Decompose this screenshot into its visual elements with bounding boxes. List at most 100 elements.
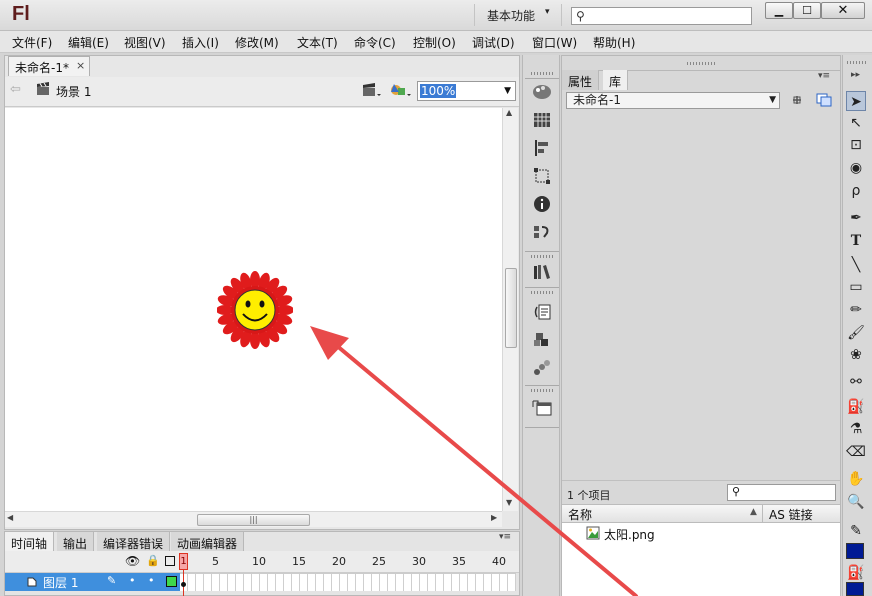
actions-icon[interactable] <box>532 303 552 321</box>
frames-row[interactable] <box>180 573 516 591</box>
bone-tool-icon[interactable]: ⚯ <box>846 372 866 392</box>
workspace-switcher[interactable]: 基本功能 ▾ <box>474 4 562 26</box>
panel-grip[interactable] <box>531 72 553 75</box>
close-icon[interactable]: × <box>76 59 85 72</box>
panel-grip[interactable] <box>531 291 553 294</box>
pen-tool-icon[interactable]: ✒ <box>846 208 866 228</box>
pencil-tool-icon[interactable]: ✏ <box>846 300 866 320</box>
lock-dot[interactable]: • <box>148 574 155 587</box>
library-icon[interactable] <box>532 263 552 281</box>
tab-properties[interactable]: 属性 <box>562 70 600 90</box>
minimize-button[interactable]: ▁ <box>765 2 793 19</box>
eye-icon[interactable]: 👁 <box>125 554 140 568</box>
document-tab[interactable]: 未命名-1* × <box>8 56 90 76</box>
stage-vertical-scrollbar[interactable]: ▲ ▼ <box>502 108 518 511</box>
color-palette-icon[interactable] <box>532 83 552 101</box>
components-icon[interactable] <box>532 331 552 349</box>
menu-modify[interactable]: 修改(M) <box>235 34 279 51</box>
column-name-header[interactable]: 名称 <box>568 506 592 523</box>
eyedropper-tool-icon[interactable]: ⚗ <box>846 419 866 439</box>
panel-menu-icon[interactable]: ▾≡ <box>818 71 830 81</box>
tab-output[interactable]: 输出 <box>57 532 95 552</box>
search-icon: ⚲ <box>732 485 741 498</box>
history-icon[interactable] <box>532 223 552 241</box>
menu-insert[interactable]: 插入(I) <box>182 34 219 51</box>
help-search-input[interactable]: ⚲ <box>571 7 752 25</box>
transform-icon[interactable] <box>532 167 552 185</box>
menu-file[interactable]: 文件(F) <box>12 34 52 51</box>
lock-icon[interactable]: 🔒 <box>146 554 160 567</box>
text-tool-icon[interactable]: T <box>846 231 866 251</box>
menu-control[interactable]: 控制(O) <box>413 34 456 51</box>
lasso-tool-icon[interactable]: ρ <box>846 181 866 201</box>
edit-scene-icon[interactable] <box>362 82 382 99</box>
back-arrow-icon[interactable]: ⇦ <box>10 82 21 97</box>
panel-grip[interactable] <box>531 255 553 258</box>
zoom-select[interactable]: 100% ▼ <box>417 81 516 101</box>
menu-window[interactable]: 窗口(W) <box>532 34 577 51</box>
close-button[interactable]: ✕ <box>821 2 865 19</box>
stage-horizontal-scrollbar[interactable]: ◀ ||| ▶ <box>5 511 502 527</box>
tab-motion-editor[interactable]: 动画编辑器 <box>171 532 245 552</box>
library-search-input[interactable]: ⚲ <box>727 484 836 501</box>
maximize-button[interactable]: ☐ <box>793 2 821 19</box>
keyframe-dot[interactable] <box>181 582 186 587</box>
eraser-tool-icon[interactable]: ⌫ <box>846 442 866 462</box>
expand-panel-icon[interactable]: ▸▸ <box>851 70 860 80</box>
panel-grip[interactable] <box>847 61 867 64</box>
fill-color-bucket-icon[interactable]: ⛽ <box>846 563 866 583</box>
scroll-up-icon[interactable]: ▲ <box>506 108 512 117</box>
zoom-tool-icon[interactable]: 🔍 <box>846 492 866 512</box>
menu-text[interactable]: 文本(T) <box>297 34 338 51</box>
motion-presets-icon[interactable] <box>532 359 552 377</box>
menu-view[interactable]: 视图(V) <box>124 34 166 51</box>
brush-tool-icon[interactable]: 🖌 <box>846 323 866 343</box>
project-icon[interactable] <box>532 399 552 417</box>
list-item[interactable]: 太阳.png <box>604 526 655 543</box>
sun-image[interactable] <box>217 271 293 349</box>
playhead[interactable]: 1 <box>179 553 188 570</box>
column-linkage-header[interactable]: AS 链接 <box>762 504 840 523</box>
library-document-select[interactable]: 未命名-1 ▼ <box>566 92 780 109</box>
selection-tool-icon[interactable]: ➤ <box>846 91 866 111</box>
outline-color-swatch[interactable] <box>166 576 177 587</box>
stroke-color-pencil-icon[interactable]: ✎ <box>846 521 866 541</box>
visibility-dot[interactable]: • <box>129 574 136 587</box>
scroll-thumb[interactable] <box>505 268 517 348</box>
menu-commands[interactable]: 命令(C) <box>354 34 396 51</box>
deco-tool-icon[interactable]: ❀ <box>846 345 866 365</box>
new-library-panel-icon[interactable] <box>816 93 832 107</box>
edit-symbol-icon[interactable] <box>390 82 412 99</box>
hand-tool-icon[interactable]: ✋ <box>846 469 866 489</box>
sort-ascending-icon[interactable]: ▲ <box>750 507 757 517</box>
panel-grip[interactable] <box>531 389 553 392</box>
menu-debug[interactable]: 调试(D) <box>472 34 515 51</box>
subselection-tool-icon[interactable]: ↖ <box>846 113 866 133</box>
rectangle-tool-icon[interactable]: ▭ <box>846 277 866 297</box>
scroll-left-icon[interactable]: ◀ <box>7 513 13 522</box>
pin-library-icon[interactable] <box>790 93 804 107</box>
align-icon[interactable] <box>532 139 552 157</box>
outline-icon[interactable] <box>165 556 175 566</box>
scroll-thumb[interactable]: ||| <box>197 514 310 526</box>
paint-bucket-tool-icon[interactable]: ⛽ <box>846 397 866 417</box>
stroke-color-swatch[interactable] <box>846 543 864 559</box>
collapsed-panel-strip <box>522 55 560 596</box>
tab-timeline[interactable]: 时间轴 <box>5 532 55 552</box>
fill-color-swatch[interactable] <box>846 582 864 596</box>
tab-compiler-errors[interactable]: 编译器错误 <box>97 532 171 552</box>
line-tool-icon[interactable]: ╲ <box>846 255 866 275</box>
scroll-down-icon[interactable]: ▼ <box>506 498 512 507</box>
panel-menu-icon[interactable]: ▾≡ <box>499 532 511 542</box>
menu-edit[interactable]: 编辑(E) <box>68 34 109 51</box>
panel-grip[interactable] <box>687 62 715 65</box>
free-transform-tool-icon[interactable]: ⊡ <box>846 135 866 155</box>
tab-library[interactable]: 库 <box>603 70 629 90</box>
frame-ruler[interactable]: 1 5 10 15 20 25 30 35 40 <box>180 551 516 573</box>
3d-rotation-tool-icon[interactable]: ◉ <box>846 158 866 178</box>
swatches-icon[interactable] <box>532 111 552 129</box>
layer-name[interactable]: 图层 1 <box>43 574 78 591</box>
menu-help[interactable]: 帮助(H) <box>593 34 635 51</box>
info-icon[interactable] <box>532 195 552 213</box>
scroll-right-icon[interactable]: ▶ <box>491 513 497 522</box>
